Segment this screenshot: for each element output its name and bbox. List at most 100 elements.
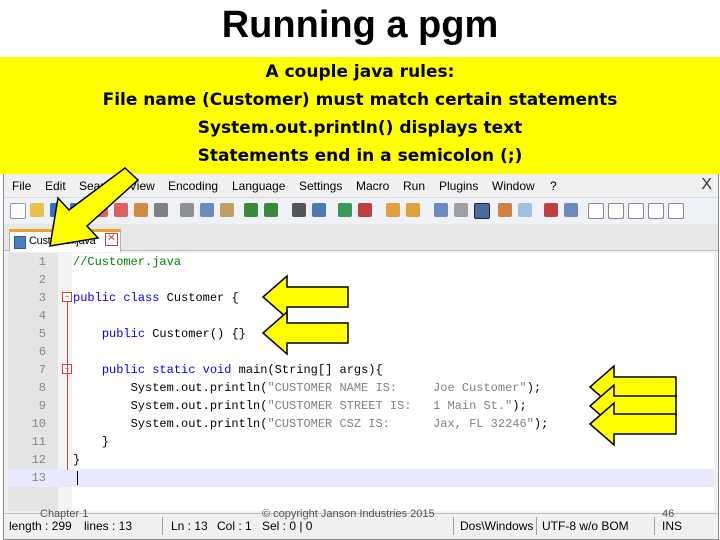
- menu-run[interactable]: Run: [403, 179, 425, 193]
- tab-bar: Customer.java ✕: [4, 224, 718, 252]
- menu-window[interactable]: Window: [492, 179, 535, 193]
- footer-copyright: © copyright Janson Industries 2015: [262, 508, 435, 520]
- redo-icon[interactable]: [264, 203, 278, 217]
- folder-workspace-icon[interactable]: [564, 203, 578, 217]
- code-line[interactable]: 12}: [8, 451, 714, 469]
- find-icon[interactable]: [292, 203, 306, 217]
- close-file-icon[interactable]: [94, 203, 108, 217]
- save-all-icon[interactable]: [70, 203, 84, 217]
- code-line[interactable]: 11 }: [8, 433, 714, 451]
- code-line[interactable]: 8 System.out.println("CUSTOMER NAME IS: …: [8, 379, 714, 397]
- new-file-icon[interactable]: [10, 203, 26, 219]
- code-text[interactable]: System.out.println("CUSTOMER NAME IS: Jo…: [73, 379, 541, 397]
- code-line[interactable]: 10 System.out.println("CUSTOMER CSZ IS: …: [8, 415, 714, 433]
- code-text[interactable]: System.out.println("CUSTOMER STREET IS: …: [73, 397, 527, 415]
- callout-rule-filename: File name (Customer) must match certain …: [102, 90, 618, 110]
- java-rules-callout: A couple java rules: File name (Customer…: [0, 57, 720, 174]
- fold-toggle-class-icon[interactable]: −: [62, 292, 72, 302]
- line-number: 9: [38, 399, 46, 413]
- line-number: 6: [38, 345, 46, 359]
- code-text[interactable]: public Customer() {}: [73, 325, 246, 343]
- code-line[interactable]: 4: [8, 307, 714, 325]
- tab-label: Customer.java: [29, 235, 96, 247]
- notepadpp-window: File Edit Search View Encoding Language …: [3, 172, 719, 540]
- zoom-out-icon[interactable]: [358, 203, 372, 217]
- code-text[interactable]: public class Customer {: [73, 289, 239, 307]
- line-number: 10: [31, 417, 46, 431]
- line-number: 5: [38, 327, 46, 341]
- tab-close-icon[interactable]: ✕: [105, 233, 118, 246]
- line-number: 11: [31, 435, 46, 449]
- open-folder-icon[interactable]: [134, 203, 148, 217]
- code-line[interactable]: 13: [8, 469, 714, 487]
- function-list-icon[interactable]: [544, 203, 558, 217]
- show-all-chars-icon[interactable]: [454, 203, 468, 217]
- line-number: 13: [31, 471, 46, 485]
- run-macro-multiple-icon[interactable]: [648, 203, 664, 219]
- code-line[interactable]: 3 public class Customer {: [8, 289, 714, 307]
- zoom-in-icon[interactable]: [338, 203, 352, 217]
- status-lines: lines : 13: [84, 519, 133, 533]
- status-col: Col : 1: [217, 519, 252, 533]
- close-all-icon[interactable]: [114, 203, 128, 217]
- code-text[interactable]: //Customer.java: [73, 253, 181, 271]
- play-macro-icon[interactable]: [628, 203, 644, 219]
- line-number: 3: [38, 291, 46, 305]
- replace-icon[interactable]: [312, 203, 326, 217]
- callout-rule-println: System.out.println() displays text: [197, 118, 523, 138]
- cut-icon[interactable]: [180, 203, 194, 217]
- save-macro-icon[interactable]: [668, 203, 684, 219]
- menu-view[interactable]: View: [129, 179, 155, 193]
- code-text[interactable]: }: [73, 433, 109, 451]
- status-separator: [162, 517, 163, 535]
- code-text[interactable]: public static void main(String[] args){: [73, 361, 383, 379]
- undo-icon[interactable]: [244, 203, 258, 217]
- code-line[interactable]: 7 public static void main(String[] args)…: [8, 361, 714, 379]
- save-icon[interactable]: [50, 203, 64, 217]
- menu-bar: File Edit Search View Encoding Language …: [4, 175, 718, 197]
- copy-icon[interactable]: [200, 203, 214, 217]
- code-line[interactable]: 1 //Customer.java: [8, 253, 714, 271]
- code-line[interactable]: 9 System.out.println("CUSTOMER STREET IS…: [8, 397, 714, 415]
- code-line[interactable]: 2: [8, 271, 714, 289]
- menu-help[interactable]: ?: [550, 179, 557, 193]
- menu-encoding[interactable]: Encoding: [168, 179, 218, 193]
- status-separator: [536, 517, 537, 535]
- close-document-button[interactable]: X: [701, 176, 712, 194]
- line-number: 8: [38, 381, 46, 395]
- print-icon[interactable]: [154, 203, 168, 217]
- menu-edit[interactable]: Edit: [45, 179, 66, 193]
- footer-chapter: Chapter 1: [40, 508, 89, 520]
- paste-icon[interactable]: [220, 203, 234, 217]
- doc-map-icon[interactable]: [518, 203, 532, 217]
- sync-vertical-icon[interactable]: [386, 203, 400, 217]
- menu-search[interactable]: Search: [79, 179, 117, 193]
- menu-macro[interactable]: Macro: [356, 179, 389, 193]
- menu-plugins[interactable]: Plugins: [439, 179, 478, 193]
- code-line[interactable]: 6: [8, 343, 714, 361]
- code-text[interactable]: }: [73, 451, 80, 469]
- code-text[interactable]: System.out.println("CUSTOMER CSZ IS: Jax…: [73, 415, 549, 433]
- code-line[interactable]: 5 public Customer() {}: [8, 325, 714, 343]
- indent-guide-icon[interactable]: [474, 203, 490, 219]
- stop-macro-icon[interactable]: [608, 203, 624, 219]
- word-wrap-icon[interactable]: [434, 203, 448, 217]
- slide-title: Running a pgm: [221, 4, 499, 46]
- menu-settings[interactable]: Settings: [299, 179, 342, 193]
- open-file-icon[interactable]: [30, 203, 44, 217]
- menu-file[interactable]: File: [12, 179, 31, 193]
- status-separator: [453, 517, 454, 535]
- code-editor[interactable]: 1 //Customer.java 2 3 public class Customer …: [8, 253, 714, 511]
- callout-rule-semicolon: Statements end in a semicolon (;): [197, 146, 523, 166]
- sync-horizontal-icon[interactable]: [406, 203, 420, 217]
- callout-heading: A couple java rules:: [265, 62, 455, 82]
- menu-language[interactable]: Language: [232, 179, 285, 193]
- line-number: 12: [31, 453, 46, 467]
- document-icon: [14, 236, 26, 249]
- status-separator: [654, 517, 655, 535]
- line-number: 2: [38, 273, 46, 287]
- record-macro-icon[interactable]: [588, 203, 604, 219]
- user-lang-icon[interactable]: [498, 203, 512, 217]
- toolbar: [4, 197, 718, 225]
- tab-customer-java[interactable]: Customer.java ✕: [9, 229, 121, 252]
